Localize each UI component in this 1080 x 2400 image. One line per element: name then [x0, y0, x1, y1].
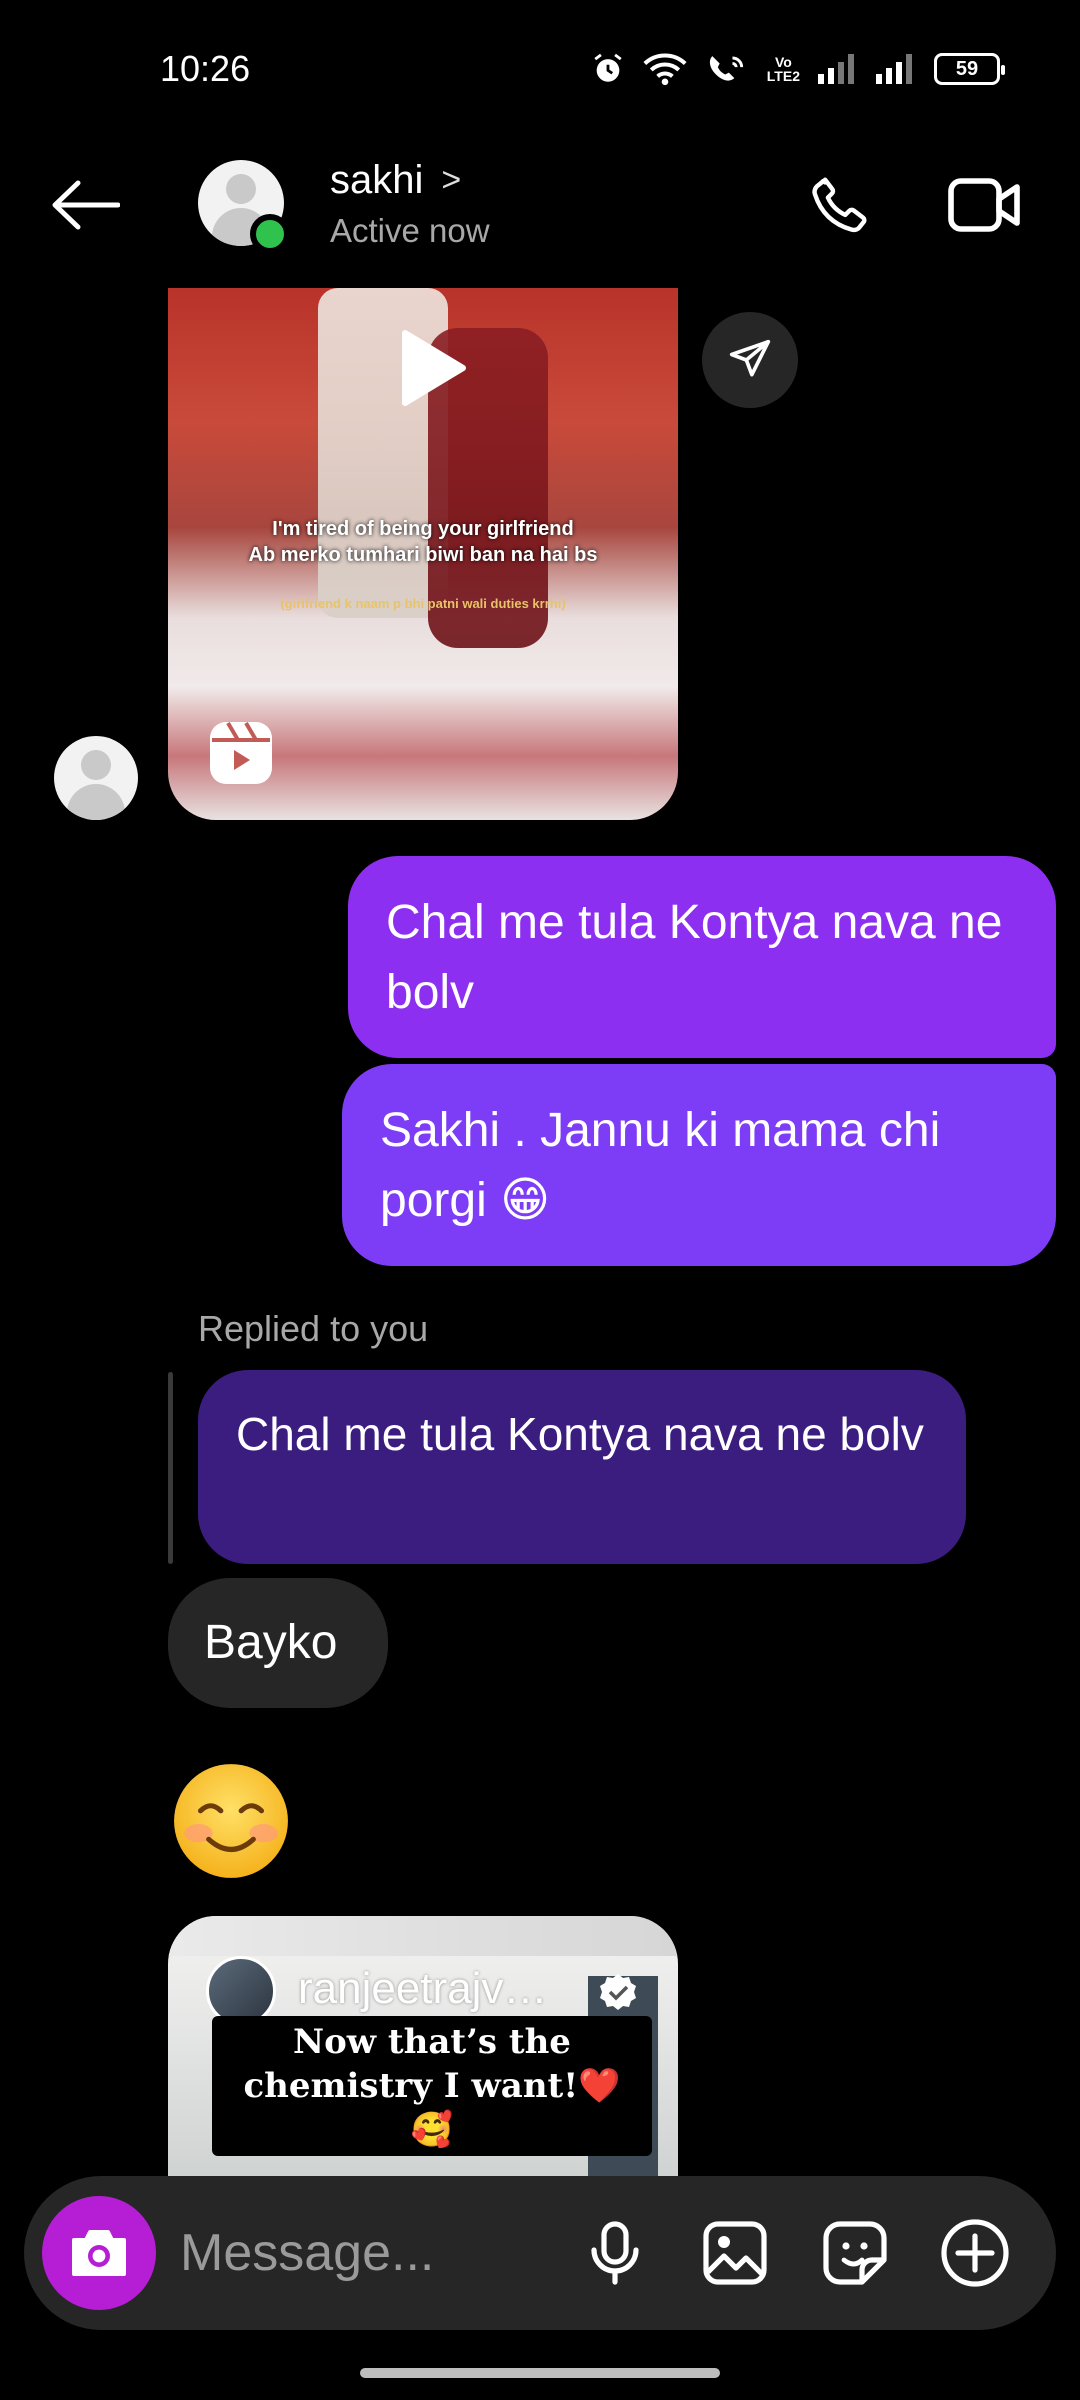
shared-reel-card[interactable]: I'm tired of being your girlfriend Ab me…	[168, 288, 678, 820]
sent-message-bubble[interactable]: Chal me tula Kontya nava ne bolv	[348, 856, 1056, 1058]
back-button[interactable]	[40, 165, 130, 245]
camera-button[interactable]	[42, 2196, 156, 2310]
replied-to-you-label: Replied to you	[198, 1308, 429, 1349]
reel-owner-name: ranjeetrajv…	[298, 1964, 548, 2013]
wifi-calling-icon	[709, 56, 743, 81]
reel-caption-line-1: I'm tired of being your girlfriend	[272, 518, 574, 540]
sender-avatar[interactable]	[54, 736, 138, 820]
quoted-message-bubble[interactable]: Chal me tula Kontya nava ne bolv	[198, 1370, 966, 1564]
reel-caption: I'm tired of being your girlfriend Ab me…	[168, 516, 678, 568]
sticker-button[interactable]	[810, 2208, 900, 2298]
gallery-icon	[703, 2221, 767, 2285]
received-message-bubble[interactable]: Bayko	[168, 1578, 388, 1708]
reel-caption-line-2: Ab merko tumhari biwi ban na hai bs	[248, 544, 598, 566]
reply-indicator-line	[168, 1372, 173, 1564]
voice-call-button[interactable]	[800, 165, 880, 245]
signal-bars-icon	[818, 54, 854, 84]
status-icons: Vo LTE2 59	[591, 52, 1005, 86]
reel-2-caption: Now that’s the chemistry I want!❤️🥰	[212, 2016, 652, 2156]
reels-icon	[210, 721, 272, 784]
reel-subcaption: (girlfriend k naam p bhi patni wali duti…	[280, 596, 566, 611]
gallery-button[interactable]	[690, 2208, 780, 2298]
status-time: 10:26	[160, 48, 251, 89]
camera-icon	[72, 2230, 126, 2276]
battery-indicator: 59	[934, 53, 1005, 85]
signal-bars-icon-2	[876, 54, 912, 84]
sticker-icon	[823, 2221, 887, 2285]
video-camera-icon	[948, 178, 1020, 232]
message-input[interactable]	[180, 2218, 560, 2288]
volte-label: Vo LTE2	[766, 54, 800, 84]
share-reel-button[interactable]	[702, 312, 798, 408]
wifi-icon	[643, 53, 687, 86]
home-indicator[interactable]	[360, 2368, 720, 2378]
sent-message-bubble[interactable]: Sakhi . Jannu ki mama chi porgi 😁	[342, 1064, 1056, 1266]
dm-thread-screen: 10:26 Vo LTE2 59 sakhi > Active now I'm t…	[0, 0, 1080, 2400]
contact-name[interactable]: sakhi >	[330, 158, 461, 203]
online-status-dot	[250, 214, 290, 254]
phone-icon	[812, 177, 867, 233]
active-status: Active now	[330, 212, 490, 249]
share-icon	[729, 339, 771, 377]
smiling-face-emoji[interactable]	[170, 1760, 292, 1882]
add-button[interactable]	[930, 2208, 1020, 2298]
back-arrow-icon	[52, 180, 120, 230]
verified-badge-icon	[600, 1974, 636, 2010]
video-call-button[interactable]	[940, 165, 1030, 245]
play-icon	[402, 330, 466, 406]
add-icon	[941, 2219, 1009, 2287]
alarm-icon	[594, 53, 622, 82]
voice-message-button[interactable]	[570, 2208, 660, 2298]
chevron-right-icon: >	[441, 161, 462, 199]
microphone-icon	[591, 2221, 639, 2285]
contact-name-text: sakhi	[330, 158, 424, 202]
shared-reel-card-2[interactable]: ranjeetrajv… Now that’s the chemistry I …	[168, 1916, 678, 2176]
